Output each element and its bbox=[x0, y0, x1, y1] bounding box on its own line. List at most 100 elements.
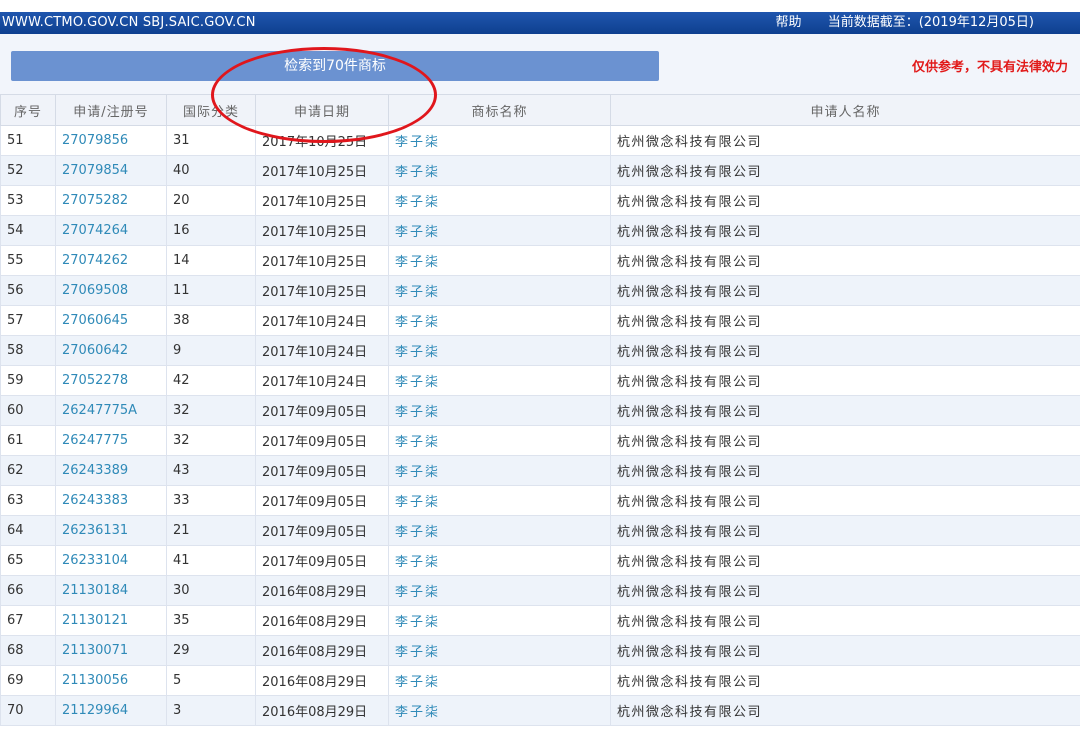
intl-class: 30 bbox=[166, 575, 256, 606]
intl-class: 9 bbox=[166, 335, 256, 366]
application-date: 2017年10月24日 bbox=[255, 365, 389, 396]
applicant-name: 杭州微念科技有限公司 bbox=[610, 215, 1080, 246]
col-header-index: 序号 bbox=[0, 94, 56, 126]
registration-number-link[interactable]: 27052278 bbox=[55, 365, 167, 396]
table-row: 51 27079856 31 2017年10月25日 李子柒 杭州微念科技有限公司 bbox=[0, 125, 1080, 156]
application-date: 2017年10月25日 bbox=[255, 125, 389, 156]
trademark-name-link[interactable]: 李子柒 bbox=[388, 275, 611, 306]
application-date: 2017年09月05日 bbox=[255, 545, 389, 576]
registration-number-link[interactable]: 27069508 bbox=[55, 275, 167, 306]
registration-number-link[interactable]: 21130056 bbox=[55, 665, 167, 696]
trademark-name-link[interactable]: 李子柒 bbox=[388, 575, 611, 606]
row-index: 65 bbox=[0, 545, 56, 576]
registration-number-link[interactable]: 21130121 bbox=[55, 605, 167, 636]
table-row: 53 27075282 20 2017年10月25日 李子柒 杭州微念科技有限公司 bbox=[0, 185, 1080, 216]
trademark-name-link[interactable]: 李子柒 bbox=[388, 305, 611, 336]
intl-class: 31 bbox=[166, 125, 256, 156]
table-row: 65 26233104 41 2017年09月05日 李子柒 杭州微念科技有限公司 bbox=[0, 545, 1080, 576]
application-date: 2017年09月05日 bbox=[255, 425, 389, 456]
help-link[interactable]: 帮助 bbox=[776, 15, 802, 30]
applicant-name: 杭州微念科技有限公司 bbox=[610, 155, 1080, 186]
table-row: 52 27079854 40 2017年10月25日 李子柒 杭州微念科技有限公司 bbox=[0, 155, 1080, 186]
registration-number-link[interactable]: 26243389 bbox=[55, 455, 167, 486]
table-row: 70 21129964 3 2016年08月29日 李子柒 杭州微念科技有限公司 bbox=[0, 695, 1080, 726]
applicant-name: 杭州微念科技有限公司 bbox=[610, 605, 1080, 636]
trademark-name-link[interactable]: 李子柒 bbox=[388, 215, 611, 246]
application-date: 2017年10月25日 bbox=[255, 215, 389, 246]
table-row: 66 21130184 30 2016年08月29日 李子柒 杭州微念科技有限公司 bbox=[0, 575, 1080, 606]
trademark-name-link[interactable]: 李子柒 bbox=[388, 635, 611, 666]
applicant-name: 杭州微念科技有限公司 bbox=[610, 125, 1080, 156]
trademark-name-link[interactable]: 李子柒 bbox=[388, 665, 611, 696]
row-index: 62 bbox=[0, 455, 56, 486]
row-index: 60 bbox=[0, 395, 56, 426]
row-index: 55 bbox=[0, 245, 56, 276]
registration-number-link[interactable]: 27060642 bbox=[55, 335, 167, 366]
registration-number-link[interactable]: 21129964 bbox=[55, 695, 167, 726]
applicant-name: 杭州微念科技有限公司 bbox=[610, 305, 1080, 336]
top-bar: WWW.CTMO.GOV.CN SBJ.SAIC.GOV.CN 帮助 当前数据截… bbox=[0, 12, 1080, 34]
application-date: 2016年08月29日 bbox=[255, 635, 389, 666]
intl-class: 42 bbox=[166, 365, 256, 396]
registration-number-link[interactable]: 26247775A bbox=[55, 395, 167, 426]
row-index: 54 bbox=[0, 215, 56, 246]
trademark-name-link[interactable]: 李子柒 bbox=[388, 155, 611, 186]
registration-number-link[interactable]: 21130184 bbox=[55, 575, 167, 606]
trademark-name-link[interactable]: 李子柒 bbox=[388, 485, 611, 516]
application-date: 2017年10月25日 bbox=[255, 275, 389, 306]
row-index: 51 bbox=[0, 125, 56, 156]
trademark-name-link[interactable]: 李子柒 bbox=[388, 365, 611, 396]
intl-class: 3 bbox=[166, 695, 256, 726]
row-index: 69 bbox=[0, 665, 56, 696]
applicant-name: 杭州微念科技有限公司 bbox=[610, 425, 1080, 456]
col-header-applicant: 申请人名称 bbox=[610, 94, 1080, 126]
trademark-name-link[interactable]: 李子柒 bbox=[388, 245, 611, 276]
registration-number-link[interactable]: 27074262 bbox=[55, 245, 167, 276]
registration-number-link[interactable]: 26247775 bbox=[55, 425, 167, 456]
trademark-name-link[interactable]: 李子柒 bbox=[388, 545, 611, 576]
intl-class: 40 bbox=[166, 155, 256, 186]
table-row: 68 21130071 29 2016年08月29日 李子柒 杭州微念科技有限公司 bbox=[0, 635, 1080, 666]
row-index: 63 bbox=[0, 485, 56, 516]
table-row: 67 21130121 35 2016年08月29日 李子柒 杭州微念科技有限公司 bbox=[0, 605, 1080, 636]
result-summary-area: 检索到70件商标 仅供参考，不具有法律效力 bbox=[0, 34, 1080, 143]
applicant-name: 杭州微念科技有限公司 bbox=[610, 485, 1080, 516]
application-date: 2017年09月05日 bbox=[255, 485, 389, 516]
row-index: 64 bbox=[0, 515, 56, 546]
table-row: 60 26247775A 32 2017年09月05日 李子柒 杭州微念科技有限公司 bbox=[0, 395, 1080, 426]
data-date-label: 当前数据截至：(2019年12月05日) bbox=[827, 15, 1034, 30]
registration-number-link[interactable]: 26243383 bbox=[55, 485, 167, 516]
trademark-name-link[interactable]: 李子柒 bbox=[388, 335, 611, 366]
registration-number-link[interactable]: 27075282 bbox=[55, 185, 167, 216]
registration-number-link[interactable]: 27079854 bbox=[55, 155, 167, 186]
row-index: 68 bbox=[0, 635, 56, 666]
row-index: 61 bbox=[0, 425, 56, 456]
trademark-name-link[interactable]: 李子柒 bbox=[388, 605, 611, 636]
disclaimer-text: 仅供参考，不具有法律效力 bbox=[911, 60, 1068, 75]
col-header-class: 国际分类 bbox=[166, 94, 256, 126]
trademark-name-link[interactable]: 李子柒 bbox=[388, 395, 611, 426]
registration-number-link[interactable]: 27079856 bbox=[55, 125, 167, 156]
trademark-name-link[interactable]: 李子柒 bbox=[388, 185, 611, 216]
intl-class: 11 bbox=[166, 275, 256, 306]
trademark-name-link[interactable]: 李子柒 bbox=[388, 455, 611, 486]
trademark-name-link[interactable]: 李子柒 bbox=[388, 515, 611, 546]
applicant-name: 杭州微念科技有限公司 bbox=[610, 665, 1080, 696]
row-index: 70 bbox=[0, 695, 56, 726]
applicant-name: 杭州微念科技有限公司 bbox=[610, 335, 1080, 366]
trademark-name-link[interactable]: 李子柒 bbox=[388, 125, 611, 156]
trademark-name-link[interactable]: 李子柒 bbox=[388, 425, 611, 456]
trademark-name-link[interactable]: 李子柒 bbox=[388, 695, 611, 726]
registration-number-link[interactable]: 21130071 bbox=[55, 635, 167, 666]
registration-number-link[interactable]: 27074264 bbox=[55, 215, 167, 246]
applicant-name: 杭州微念科技有限公司 bbox=[610, 635, 1080, 666]
application-date: 2017年09月05日 bbox=[255, 515, 389, 546]
col-header-date: 申请日期 bbox=[255, 94, 389, 126]
registration-number-link[interactable]: 27060645 bbox=[55, 305, 167, 336]
col-header-reg-no: 申请/注册号 bbox=[55, 94, 167, 126]
registration-number-link[interactable]: 26236131 bbox=[55, 515, 167, 546]
intl-class: 41 bbox=[166, 545, 256, 576]
application-date: 2017年10月25日 bbox=[255, 185, 389, 216]
registration-number-link[interactable]: 26233104 bbox=[55, 545, 167, 576]
application-date: 2017年09月05日 bbox=[255, 455, 389, 486]
